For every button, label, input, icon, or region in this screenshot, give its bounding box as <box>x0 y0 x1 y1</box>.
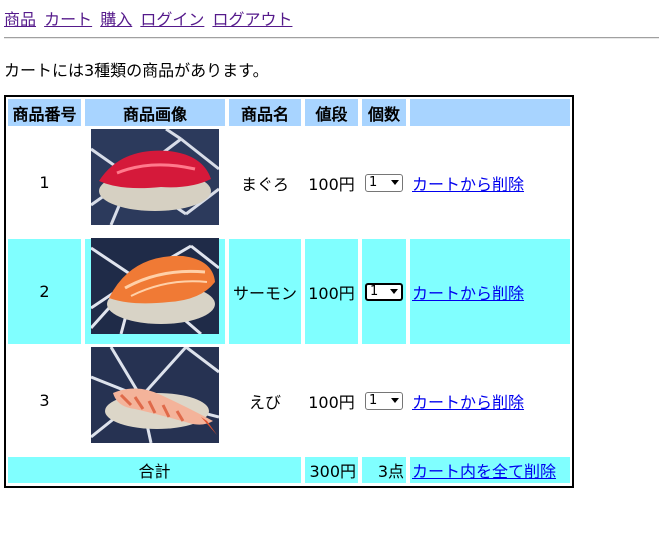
row2-price: 100円 <box>305 239 358 344</box>
row3-quantity-cell: 1 <box>362 348 406 453</box>
cart-message: カートには3種類の商品があります。 <box>4 61 269 80</box>
row1-product-number: 1 <box>39 173 50 192</box>
nav-link-cart[interactable]: カート <box>44 10 92 29</box>
top-nav: 商品 カート 購入 ログイン ログアウト <box>4 6 295 30</box>
header-price: 値段 <box>305 99 358 126</box>
row3-quantity-value: 1 <box>369 393 378 408</box>
salmon-sushi-image <box>91 238 219 334</box>
total-label: 合計 <box>8 457 301 483</box>
ebi-sushi-image <box>91 347 219 443</box>
chevron-down-icon <box>390 289 398 294</box>
header-product-name: 商品名 <box>229 99 301 126</box>
row2-quantity-select[interactable]: 1 <box>365 282 403 301</box>
row1-remove-link[interactable]: カートから削除 <box>412 171 524 195</box>
divider <box>4 37 659 39</box>
row1-quantity-value: 1 <box>369 175 378 190</box>
row3-remove-link[interactable]: カートから削除 <box>412 389 524 413</box>
maguro-sushi-image <box>91 129 219 225</box>
nav-link-purchase[interactable]: 購入 <box>100 10 132 29</box>
row3-action-cell: カートから削除 <box>410 348 570 453</box>
header-product-image: 商品画像 <box>85 99 225 126</box>
row1-quantity-cell: 1 <box>362 130 406 235</box>
clear-cart-link[interactable]: カート内を全て削除 <box>412 458 556 482</box>
total-quantity: 3点 <box>362 457 406 483</box>
cart-table: 商品番号 商品画像 商品名 値段 個数 1 まぐろ 100円 1 カートから削除… <box>4 95 574 488</box>
header-quantity: 個数 <box>362 99 406 126</box>
chevron-down-icon <box>391 180 399 185</box>
row2-quantity-cell: 1 <box>362 239 406 344</box>
total-price: 300円 <box>305 457 358 483</box>
row2-quantity-value: 1 <box>370 284 379 299</box>
row3-price: 100円 <box>308 392 355 412</box>
row2-product-number: 2 <box>8 239 81 344</box>
row1-price: 100円 <box>308 174 355 194</box>
row3-product-number: 3 <box>39 391 50 410</box>
nav-link-products[interactable]: 商品 <box>4 10 36 29</box>
header-product-number: 商品番号 <box>8 99 81 126</box>
row1-quantity-select[interactable]: 1 <box>365 173 403 192</box>
row3-product-name: えび <box>248 392 281 412</box>
row1-action-cell: カートから削除 <box>410 130 570 235</box>
chevron-down-icon <box>391 398 399 403</box>
row1-product-name: まぐろ <box>240 174 289 194</box>
nav-link-login[interactable]: ログイン <box>140 10 204 29</box>
row3-quantity-select[interactable]: 1 <box>365 391 403 410</box>
nav-link-logout[interactable]: ログアウト <box>212 10 292 29</box>
row2-remove-link[interactable]: カートから削除 <box>412 280 524 304</box>
row2-action-cell: カートから削除 <box>410 239 570 344</box>
header-action <box>410 99 570 126</box>
row2-product-name: サーモン <box>229 239 301 344</box>
clear-cart-cell: カート内を全て削除 <box>410 457 570 483</box>
